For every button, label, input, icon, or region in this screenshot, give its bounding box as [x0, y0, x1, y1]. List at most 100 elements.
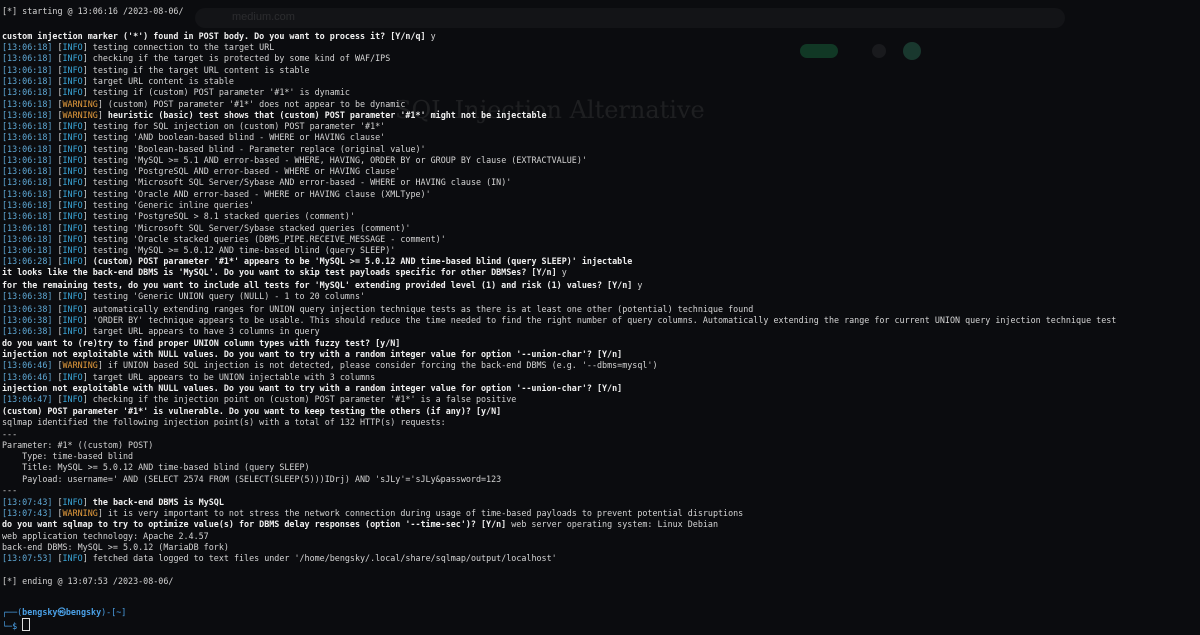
log-level-badge: INFO: [62, 256, 83, 266]
log-level-badge: INFO: [62, 189, 83, 199]
log-message: 'ORDER BY' technique appears to be usabl…: [92, 315, 1117, 325]
log-message: automatically extending ranges for UNION…: [92, 304, 754, 314]
log-level-badge: INFO: [62, 155, 83, 165]
log-level-badge: INFO: [62, 76, 83, 86]
text-cursor[interactable]: [22, 618, 31, 631]
log-message: testing connection to the target URL: [92, 42, 275, 52]
answer-text: y: [561, 267, 567, 277]
answer-text: y: [637, 280, 643, 290]
line-text: web application technology: Apache 2.4.5…: [2, 531, 209, 541]
log-message: testing if the target URL content is sta…: [92, 65, 310, 75]
line-text: Type: time-based blind: [2, 451, 134, 461]
question-text: do you want to (re)try to find proper UN…: [2, 338, 401, 348]
timestamp: [13:07:43]: [2, 497, 53, 507]
log-level-badge: INFO: [62, 132, 83, 142]
log-level-badge: INFO: [62, 211, 83, 221]
log-message: testing 'Generic inline queries': [92, 200, 255, 210]
terminal-output[interactable]: [*] starting @ 13:06:16 /2023-08-06/cust…: [0, 0, 1200, 635]
timestamp: [13:06:38]: [2, 304, 53, 314]
log-message: testing 'MySQL >= 5.1 AND error-based - …: [92, 155, 587, 165]
log-level-badge: INFO: [62, 166, 83, 176]
log-message: testing 'Generic UNION query (NULL) - 1 …: [92, 291, 366, 301]
timestamp: [13:06:18]: [2, 132, 53, 142]
log-level-badge: WARNING: [62, 360, 98, 370]
question-text: injection not exploitable with NULL valu…: [2, 383, 623, 393]
timestamp: [13:06:18]: [2, 166, 53, 176]
log-line: [13:06:38] [INFO] testing 'Generic UNION…: [2, 291, 366, 301]
question-text: do you want sqlmap to try to optimize va…: [2, 519, 512, 529]
timestamp: [13:06:18]: [2, 65, 53, 75]
question-text: for the remaining tests, do you want to …: [2, 280, 638, 290]
log-level-badge: INFO: [62, 177, 83, 187]
line-text: sqlmap identified the following injectio…: [2, 417, 446, 427]
shell-prompt-header: ┌──(bengsky㉿bengsky)-[~]: [2, 606, 126, 618]
log-line: [13:06:18] [INFO] testing 'PostgreSQL > …: [2, 211, 355, 221]
log-message: testing 'Boolean-based blind - Parameter…: [92, 144, 426, 154]
log-level-badge: INFO: [62, 121, 83, 131]
shell-prompt-input[interactable]: └─$: [2, 618, 31, 631]
log-message: testing 'Oracle AND error-based - WHERE …: [92, 189, 431, 199]
log-level-badge: INFO: [62, 53, 83, 63]
timestamp: [13:06:18]: [2, 211, 53, 221]
log-line: [13:07:53] [INFO] fetched data logged to…: [2, 553, 557, 563]
log-level-badge: INFO: [62, 245, 83, 255]
timestamp: [13:06:18]: [2, 245, 53, 255]
log-level-badge: INFO: [62, 144, 83, 154]
log-line: [13:06:38] [INFO] target URL appears to …: [2, 326, 320, 336]
question-text: it looks like the back-end DBMS is 'MySQ…: [2, 267, 562, 277]
log-level-badge: INFO: [62, 315, 83, 325]
timestamp: [13:06:18]: [2, 87, 53, 97]
timestamp: [13:06:46]: [2, 360, 53, 370]
log-message: target URL appears to have 3 columns in …: [92, 326, 320, 336]
line-text: Parameter: #1* ((custom) POST): [2, 440, 154, 450]
log-line: [13:06:18] [INFO] testing 'Microsoft SQL…: [2, 177, 512, 187]
timestamp: [13:06:47]: [2, 394, 53, 404]
log-message: heuristic (basic) test shows that (custo…: [107, 110, 547, 120]
log-message: it is very important to not stress the n…: [107, 508, 744, 518]
terminal-line: [*] starting @ 13:06:16 /2023-08-06/: [2, 5, 184, 17]
timestamp: [13:06:18]: [2, 189, 53, 199]
timestamp: [13:06:38]: [2, 291, 53, 301]
log-message: testing 'Microsoft SQL Server/Sybase sta…: [92, 223, 411, 233]
line-text: [*] starting @ 13:06:16 /2023-08-06/: [2, 6, 184, 16]
timestamp: [13:06:18]: [2, 42, 53, 52]
log-line: [13:06:18] [INFO] testing if (custom) PO…: [2, 87, 350, 97]
log-line: [13:06:47] [INFO] checking if the inject…: [2, 394, 517, 404]
timestamp: [13:06:18]: [2, 223, 53, 233]
log-level-badge: INFO: [62, 234, 83, 244]
log-line: [13:06:18] [INFO] checking if the target…: [2, 53, 391, 63]
timestamp: [13:07:43]: [2, 508, 53, 518]
log-level-badge: INFO: [62, 223, 83, 233]
question-text: (custom) POST parameter '#1*' is vulnera…: [2, 406, 502, 416]
prompt-question-line: do you want sqlmap to try to optimize va…: [2, 518, 718, 530]
log-level-badge: INFO: [62, 87, 83, 97]
log-message: testing for SQL injection on (custom) PO…: [92, 121, 386, 131]
line-text: [*] ending @ 13:07:53 /2023-08-06/: [2, 576, 174, 586]
log-message: if UNION based SQL injection is not dete…: [107, 360, 658, 370]
timestamp: [13:06:28]: [2, 256, 53, 266]
log-line: [13:06:46] [WARNING] if UNION based SQL …: [2, 360, 658, 370]
line-text: Payload: username=' AND (SELECT 2574 FRO…: [2, 474, 502, 484]
timestamp: [13:06:18]: [2, 76, 53, 86]
terminal-line: ---: [2, 484, 17, 496]
timestamp: [13:06:18]: [2, 200, 53, 210]
timestamp: [13:06:46]: [2, 372, 53, 382]
timestamp: [13:06:18]: [2, 121, 53, 131]
timestamp: [13:06:18]: [2, 110, 53, 120]
question-text: injection not exploitable with NULL valu…: [2, 349, 623, 359]
log-level-badge: WARNING: [62, 110, 98, 120]
timestamp: [13:07:53]: [2, 553, 53, 563]
prompt-user-host: bengsky㉿bengsky: [22, 607, 102, 617]
log-message: (custom) POST parameter '#1*' appears to…: [92, 256, 633, 266]
line-text: back-end DBMS: MySQL >= 5.0.12 (MariaDB …: [2, 542, 229, 552]
timestamp: [13:06:18]: [2, 99, 53, 109]
log-level-badge: WARNING: [62, 99, 98, 109]
log-message: testing 'AND boolean-based blind - WHERE…: [92, 132, 386, 142]
timestamp: [13:06:18]: [2, 234, 53, 244]
log-message: fetched data logged to text files under …: [92, 553, 557, 563]
log-level-badge: INFO: [62, 394, 83, 404]
question-text: custom injection marker ('*') found in P…: [2, 31, 431, 41]
log-message: (custom) POST parameter '#1*' does not a…: [107, 99, 406, 109]
log-message: checking if the injection point on (cust…: [92, 394, 517, 404]
terminal-line: sqlmap identified the following injectio…: [2, 416, 446, 428]
